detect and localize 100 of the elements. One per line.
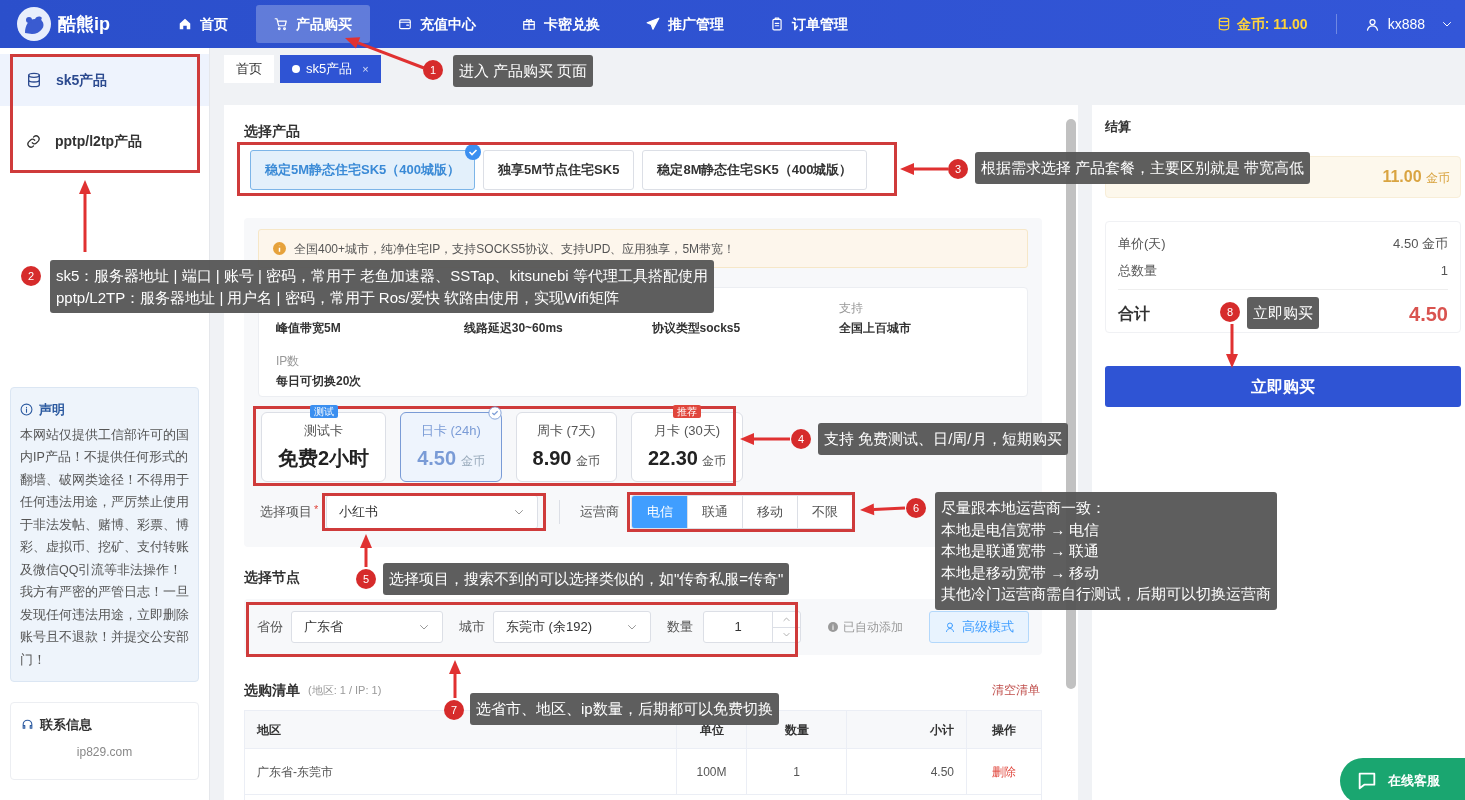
coin-balance: 金币: 11.00 bbox=[1236, 14, 1308, 34]
spec-value: 每日可切换20次 bbox=[276, 373, 362, 390]
nav-item[interactable]: 推广管理 bbox=[628, 5, 742, 43]
auto-add-note: 已自动添加 bbox=[843, 619, 903, 636]
coins-icon bbox=[1216, 17, 1231, 31]
chevron-up-icon bbox=[782, 614, 791, 624]
callout-tooltip: 选省市、地区、ip数量，后期都可以免费切换 bbox=[470, 693, 779, 725]
spec-label: IP数 bbox=[276, 353, 300, 370]
product-option[interactable]: 独享5M节点住宅SK5 bbox=[483, 150, 635, 190]
column-header: 操作 bbox=[992, 721, 1016, 739]
spec-label: 支持 bbox=[839, 300, 864, 317]
step-number: 1 bbox=[423, 60, 443, 80]
nav-item[interactable]: 订单管理 bbox=[752, 5, 866, 43]
buy-now-button[interactable]: 立即购买 bbox=[1105, 366, 1461, 407]
plan-tag: 测试 bbox=[309, 405, 338, 418]
callout-tooltip: sk5：服务器地址 | 端口 | 账号 | 密码，常用于 老鱼加速器、SSTap、kitsunebi 等代理工具搭配使用 pptp/L2TP：服务器地址 | 用户名 | 密码，常用于 Ros/爱快 软路由使用，实现Wifi矩阵 bbox=[50, 260, 714, 313]
callout-tooltip: 进入 产品购买 页面 bbox=[453, 55, 594, 87]
link-icon bbox=[26, 134, 41, 149]
column-header: 地区 bbox=[257, 721, 281, 739]
quantity-input[interactable]: 1 bbox=[703, 611, 801, 643]
callout-tooltip: 根据需求选择 产品套餐，主要区别就是 带宽高低 bbox=[975, 152, 1311, 184]
paper-plane-icon bbox=[646, 17, 660, 31]
plan-price: 免费2小时 bbox=[278, 445, 370, 471]
plan-name: 测试卡 bbox=[304, 422, 344, 441]
carrier-option[interactable]: 不限 bbox=[797, 496, 853, 528]
check-icon bbox=[487, 406, 502, 420]
section-title: 选购清单 bbox=[244, 680, 300, 700]
close-icon[interactable]: × bbox=[362, 60, 369, 78]
logo-icon bbox=[16, 6, 52, 42]
field-label: 城市 bbox=[459, 618, 485, 637]
nav-item[interactable]: 卡密兑换 bbox=[504, 5, 618, 43]
plan-name: 日卡 (24h) bbox=[420, 422, 481, 441]
plan-tag: 推荐 bbox=[673, 405, 702, 418]
plan-price: 8.90 金币 bbox=[532, 445, 600, 471]
price-value: 1 bbox=[1440, 262, 1448, 280]
cart-icon bbox=[274, 17, 288, 31]
field-label: 数量 bbox=[667, 618, 693, 637]
column-header: 数量 bbox=[784, 721, 809, 739]
database-icon bbox=[26, 72, 42, 88]
check-icon bbox=[465, 144, 482, 160]
user-search-icon bbox=[944, 621, 956, 633]
spec-value: 协议类型socks5 bbox=[651, 320, 741, 337]
page-tab[interactable]: 首页 bbox=[224, 55, 274, 83]
callout-tooltip: 尽量跟本地运营商一致： 本地是电信宽带 → 电信 本地是联通宽带 → 联通 本地是移动宽带 → 移动 其他冷门运营商需自行测试，后期可以切换运营商 bbox=[935, 492, 1277, 610]
clipboard-icon bbox=[770, 17, 784, 31]
plan-name: 周卡 (7天) bbox=[536, 422, 596, 441]
project-select[interactable]: 小红书 bbox=[326, 495, 539, 529]
table-cell-text: 100M bbox=[696, 763, 727, 781]
city-select[interactable]: 东莞市 (余192) bbox=[493, 611, 651, 643]
logo-text: 酷熊ip bbox=[58, 12, 110, 36]
table-cell-text: 1 bbox=[793, 763, 800, 781]
info-icon bbox=[827, 621, 839, 633]
nav-item[interactable]: 产品购买 bbox=[256, 5, 370, 43]
nav-item[interactable]: 首页 bbox=[160, 5, 246, 43]
table-cell-text: 广东省-东莞市 bbox=[257, 763, 333, 781]
cart-summary: (地区: 1 / IP: 1) bbox=[308, 682, 382, 698]
info-icon bbox=[273, 242, 286, 255]
home-icon bbox=[178, 17, 192, 31]
field-label: 省份 bbox=[257, 618, 283, 637]
province-select[interactable]: 广东省 bbox=[291, 611, 443, 643]
product-option[interactable]: 稳定8M静态住宅SK5（400城版） bbox=[642, 150, 868, 190]
field-label: 运营商 bbox=[580, 503, 620, 522]
price-label: 单价(天) bbox=[1118, 235, 1166, 253]
notice-title: 声明 bbox=[39, 401, 65, 419]
delete-link[interactable]: 删除 bbox=[992, 762, 1016, 781]
info-icon bbox=[20, 403, 33, 417]
contact-title: 联系信息 bbox=[40, 716, 92, 734]
plan-name: 月卡 (30天) bbox=[654, 422, 721, 441]
sidebar-item[interactable]: sk5产品 bbox=[0, 54, 209, 106]
field-label: 选择项目 bbox=[260, 503, 312, 522]
user-menu[interactable]: kx888 bbox=[1364, 13, 1453, 35]
total-label: 合计 bbox=[1118, 304, 1150, 324]
spec-value: 峰值带宽5M bbox=[276, 320, 341, 337]
section-title: 结算 bbox=[1105, 119, 1132, 135]
column-header: 小计 bbox=[930, 721, 954, 739]
plan-price: 4.50 金币 bbox=[417, 445, 485, 471]
required-mark: * bbox=[314, 502, 319, 517]
plan-price: 22.30 金币 bbox=[647, 445, 727, 471]
table-cell-text: 4.50 bbox=[930, 763, 954, 781]
section-title: 选择节点 bbox=[244, 568, 300, 587]
nav-item[interactable]: 充值中心 bbox=[380, 5, 494, 43]
spec-value: 全国上百城市 bbox=[839, 320, 912, 337]
balance-amount: 11.00 金币 bbox=[1382, 167, 1450, 187]
price-label: 总数量 bbox=[1118, 262, 1157, 280]
spec-value: 线路延迟30~60ms bbox=[463, 320, 563, 337]
plan-card[interactable]: 周卡 (7天) 8.90 金币 bbox=[515, 412, 617, 482]
total-amount: 4.50 bbox=[1409, 302, 1448, 327]
clear-list-link[interactable]: 清空清单 bbox=[992, 681, 1040, 699]
sidebar-item[interactable]: pptp/l2tp产品 bbox=[0, 106, 209, 177]
chat-icon bbox=[1356, 770, 1378, 792]
callout-tooltip: 选择项目，搜索不到的可以选择类似的，如"传奇私服=传奇" bbox=[383, 563, 790, 595]
headset-icon bbox=[21, 718, 34, 732]
contact-site: ip829.com bbox=[76, 743, 133, 761]
callout-tooltip: 立即购买 bbox=[1247, 297, 1319, 329]
price-value: 4.50 金币 bbox=[1393, 235, 1448, 253]
callout-tooltip: 支持 免费测试、日/周/月，短期购买 bbox=[818, 423, 1068, 455]
page-tab[interactable]: sk5产品 × bbox=[280, 55, 381, 83]
user-icon bbox=[1364, 16, 1380, 32]
gift-icon bbox=[522, 17, 536, 31]
wallet-icon bbox=[398, 17, 412, 31]
